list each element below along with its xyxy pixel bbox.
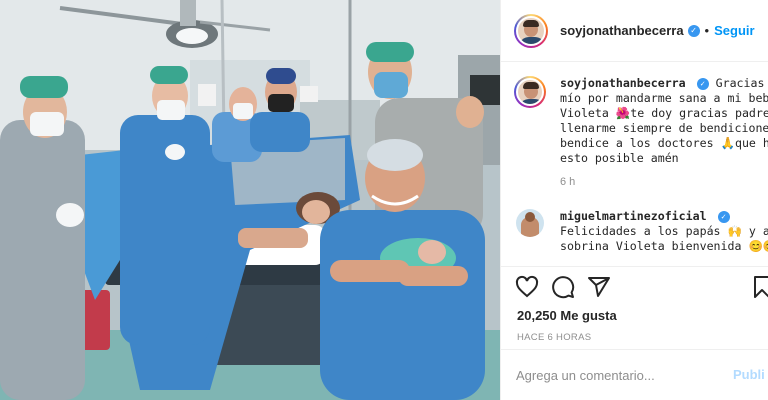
comment-line: sobrina Violeta bienvenida 😊😊: [560, 239, 768, 253]
caption-author-avatar[interactable]: [514, 76, 546, 108]
caption-comment: soyjonathanbecerra ✓ Gracias Dios mío po…: [514, 76, 768, 190]
caption-line: esto posible amén: [560, 151, 679, 165]
caption-time: 6 h: [560, 176, 576, 188]
caption-line: mío por mandarme sana a mi bebé: [560, 91, 768, 105]
comment-line: Felicidades a los papás 🙌 y a mi: [560, 224, 768, 238]
commenter-username[interactable]: miguelmartinezoficial: [560, 209, 707, 223]
separator-dot: •: [704, 23, 710, 38]
comment-icon[interactable]: [551, 275, 575, 299]
bookmark-icon[interactable]: [750, 275, 768, 299]
caption-username[interactable]: soyjonathanbecerra: [560, 76, 686, 90]
post-photo[interactable]: [0, 0, 500, 400]
caption-line: Violeta 🌺te doy gracias padre mío por: [560, 106, 768, 120]
share-icon[interactable]: [587, 275, 611, 299]
verified-badge-icon: ✓: [717, 210, 730, 223]
comments-list[interactable]: soyjonathanbecerra ✓ Gracias Dios mío po…: [501, 62, 768, 267]
likes-count[interactable]: 20,250 Me gusta: [501, 308, 768, 323]
post-header: soyjonathanbecerra ✓ • Seguir: [501, 0, 768, 62]
publish-button[interactable]: Publi: [733, 367, 765, 382]
caption-line: bendice a los doctores 🙏que hicieron: [560, 136, 768, 150]
caption-line: Gracias Dios: [715, 76, 768, 90]
heart-icon[interactable]: [515, 275, 539, 299]
author-username[interactable]: soyjonathanbecerra: [560, 23, 684, 38]
commenter-avatar[interactable]: [516, 209, 544, 237]
author-avatar[interactable]: [514, 13, 548, 48]
add-comment-bar: Publi: [501, 349, 768, 400]
list-item: miguelmartinezoficial ✓ Felicidades a lo…: [514, 209, 768, 254]
delivery-room-image: [0, 0, 500, 400]
follow-button[interactable]: Seguir: [714, 23, 754, 38]
post-timestamp: HACE 6 HORAS: [517, 332, 592, 343]
caption-line: llenarme siempre de bendiciones,: [560, 121, 768, 135]
action-bar: [501, 267, 768, 307]
comment-input[interactable]: [516, 367, 726, 383]
verified-badge-icon: ✓: [696, 77, 709, 90]
post-side-panel: soyjonathanbecerra ✓ • Seguir soyjonatha…: [500, 0, 768, 400]
verified-badge-icon: ✓: [687, 24, 700, 37]
